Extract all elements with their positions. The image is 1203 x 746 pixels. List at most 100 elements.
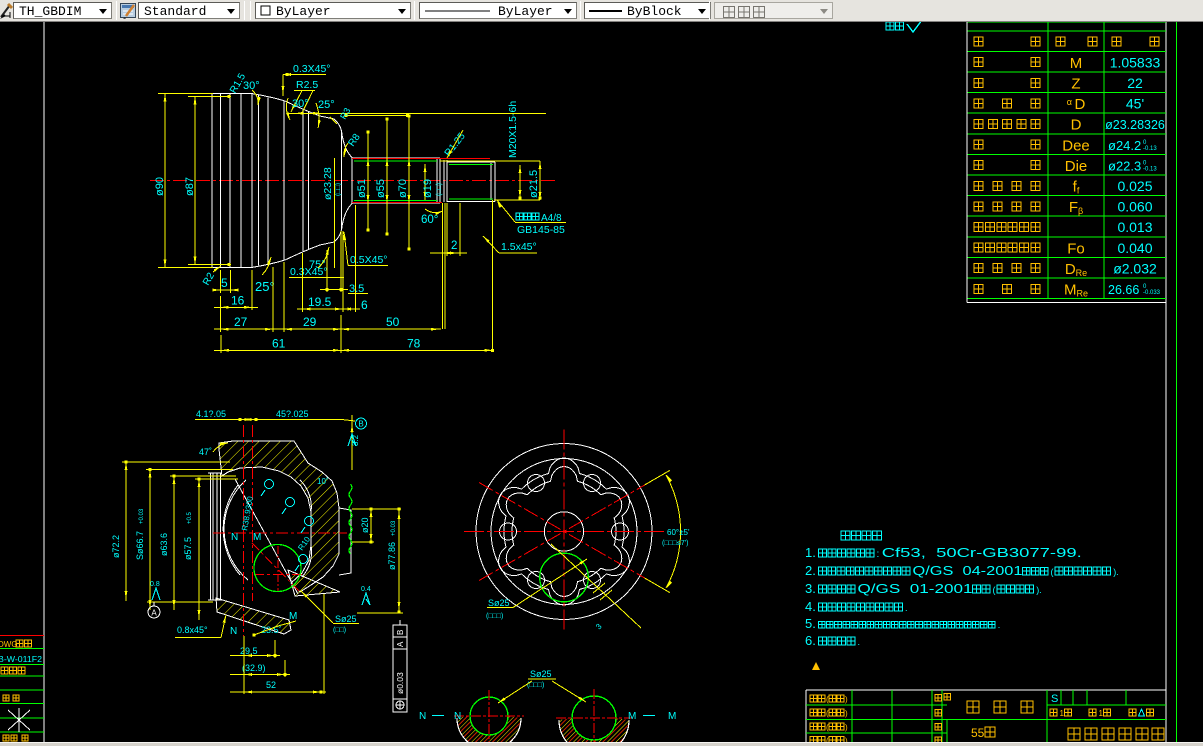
svg-text:1.05833: 1.05833: [1110, 54, 1161, 70]
svg-text:+0.03: +0.03: [139, 508, 145, 524]
svg-text:ff: ff: [1073, 179, 1080, 196]
svg-text:N: N: [231, 532, 238, 543]
svg-text:M: M: [1070, 55, 1083, 72]
svg-text:78: 78: [407, 337, 421, 351]
svg-text:22: 22: [1127, 75, 1143, 91]
svg-text:A: A: [151, 609, 157, 618]
svg-text:Sø25: Sø25: [335, 614, 357, 624]
svg-text:0.025: 0.025: [1117, 178, 1152, 194]
svg-text:0.060: 0.060: [1117, 199, 1152, 215]
svg-text:Z: Z: [1071, 76, 1080, 93]
svg-text:ø57.5: ø57.5: [183, 537, 193, 560]
svg-text:B: B: [358, 420, 363, 429]
svg-text:1.5x45°: 1.5x45°: [501, 241, 537, 253]
svg-text:25°: 25°: [318, 99, 335, 111]
svg-text:ø70: ø70: [397, 179, 409, 198]
svg-text:R2.5: R2.5: [296, 79, 318, 91]
svg-text:1: 1: [1099, 709, 1104, 718]
svg-text:ø20: ø20: [360, 517, 370, 533]
svg-text:3.2: 3.2: [351, 434, 360, 446]
svg-text:Q/GS 04-2001: Q/GS 04-2001: [913, 563, 1023, 578]
svg-text:).: ).: [1113, 567, 1119, 577]
svg-text:0.3X45°: 0.3X45°: [293, 63, 330, 75]
svg-text:(: (: [1051, 567, 1054, 577]
svg-text:5.: 5.: [805, 616, 816, 631]
svg-text:2: 2: [451, 240, 457, 252]
svg-text:N: N: [230, 626, 237, 637]
svg-text:B: B: [396, 630, 405, 635]
svg-text:Cf53, 50Cr-GB3077-99.: Cf53, 50Cr-GB3077-99.: [882, 545, 1082, 560]
svg-text:Fβ: Fβ: [1069, 199, 1083, 216]
svg-text:19.5: 19.5: [308, 295, 332, 309]
svg-text:23.5˚: 23.5˚: [261, 625, 282, 635]
svg-text:1: 1: [1060, 709, 1065, 718]
svg-text:10˚: 10˚: [317, 477, 329, 486]
svg-text:45?.025: 45?.025: [276, 409, 309, 419]
svg-text:D: D: [1071, 117, 1082, 134]
svg-text:Dee: Dee: [1062, 137, 1090, 154]
svg-text:3.5: 3.5: [349, 283, 364, 295]
svg-text:ø22.3: ø22.3: [1108, 158, 1141, 173]
svg-text:0.040: 0.040: [1117, 240, 1152, 256]
svg-text:30°: 30°: [292, 98, 309, 110]
svg-text:3.: 3.: [805, 581, 816, 596]
svg-text:(□□): (□□): [335, 183, 342, 196]
svg-text:0.3X45°: 0.3X45°: [290, 266, 327, 278]
svg-text:R2: R2: [201, 271, 217, 288]
svg-text:ø24.2: ø24.2: [1108, 138, 1141, 153]
svg-text:MRe: MRe: [1064, 282, 1088, 299]
svg-text:): ): [845, 695, 848, 704]
svg-text:): ): [845, 709, 848, 718]
svg-text:A4/8: A4/8: [541, 213, 562, 224]
svg-text:M: M: [628, 711, 636, 722]
svg-text:Sø25: Sø25: [488, 598, 510, 608]
svg-text:B-W-011F2: B-W-011F2: [0, 655, 43, 664]
svg-text:0.013: 0.013: [1117, 219, 1152, 235]
svg-text:-0.13: -0.13: [1143, 146, 1157, 152]
svg-text:+0.03: +0.03: [391, 520, 397, 536]
svg-text:M: M: [289, 611, 297, 622]
svg-text:): ): [845, 723, 848, 732]
svg-text:(□□): (□□): [333, 627, 346, 634]
svg-text:2.: 2.: [805, 563, 816, 578]
svg-text:Sø66.7: Sø66.7: [135, 531, 145, 560]
svg-text:ø2.032: ø2.032: [1113, 260, 1157, 276]
svg-text:ø90: ø90: [154, 177, 166, 196]
svg-text:M20X1.5-6h: M20X1.5-6h: [507, 101, 519, 158]
svg-text:(□□□≤7'): (□□□≤7'): [662, 540, 688, 547]
svg-text:6.: 6.: [805, 633, 816, 648]
svg-text:Q/GS 01-2001: Q/GS 01-2001: [858, 581, 973, 596]
svg-text:R8: R8: [346, 132, 363, 149]
svg-text:GB145-85: GB145-85: [517, 224, 565, 236]
svg-text:0.8: 0.8: [150, 581, 160, 588]
svg-text:29: 29: [303, 315, 317, 329]
svg-text::: :: [877, 549, 880, 560]
svg-text:50: 50: [386, 315, 400, 329]
svg-text:ø51: ø51: [356, 179, 368, 198]
svg-text:-0.13: -0.13: [1143, 166, 1157, 172]
svg-text:26.66: 26.66: [1108, 283, 1139, 297]
svg-text:ø55: ø55: [375, 179, 387, 198]
svg-text:45ʹ: 45ʹ: [1126, 96, 1144, 112]
svg-text:ø77.86: ø77.86: [387, 542, 397, 570]
svg-text:(32.9): (32.9): [242, 663, 266, 673]
svg-text:0.8x45°: 0.8x45°: [177, 625, 208, 635]
svg-text:ø23.28: ø23.28: [322, 167, 334, 200]
svg-text:3: 3: [594, 622, 604, 632]
svg-text:5: 5: [221, 276, 228, 290]
svg-text:(□□□): (□□□): [486, 613, 503, 620]
svg-text:ø72.2: ø72.2: [111, 535, 121, 558]
svg-text:S: S: [1051, 693, 1058, 705]
svg-text:-0.033: -0.033: [1143, 290, 1161, 296]
svg-text:ø87: ø87: [184, 177, 196, 196]
svg-text:52: 52: [266, 680, 276, 690]
svg-text:16: 16: [231, 294, 245, 308]
svg-text:+0.5: +0.5: [187, 511, 193, 524]
svg-text:(: (: [993, 585, 996, 595]
svg-text:).: ).: [1036, 585, 1042, 595]
svg-text:30°: 30°: [243, 80, 260, 92]
svg-text:R3: R3: [338, 106, 352, 121]
svg-text:M: M: [253, 532, 261, 543]
svg-text:60°±5': 60°±5': [667, 528, 690, 537]
svg-text:47˚: 47˚: [199, 447, 212, 457]
